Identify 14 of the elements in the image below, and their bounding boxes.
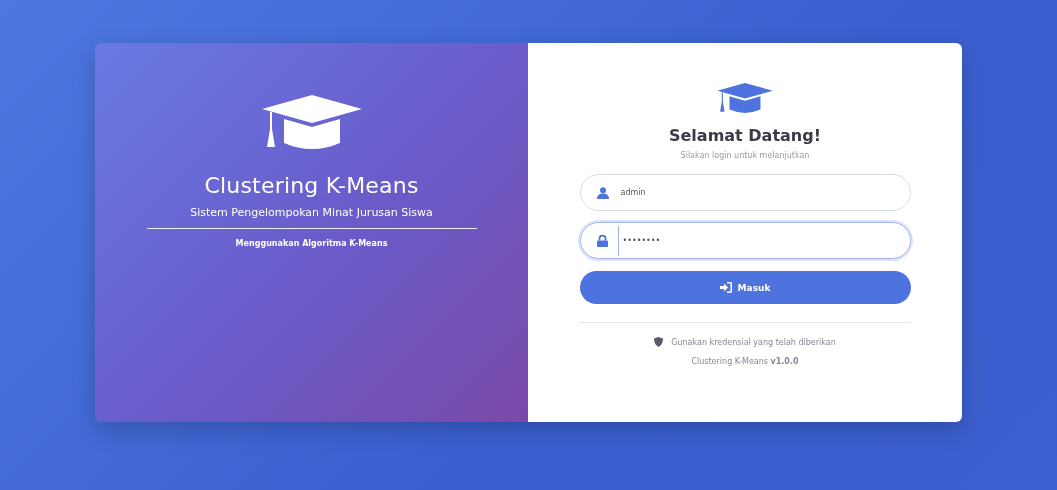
caption-text: Menggunakan Algoritma K-Means (235, 239, 388, 248)
welcome-subtitle: Silakan login untuk melanjutkan (680, 151, 810, 160)
user-icon (596, 186, 609, 199)
shield-icon (654, 337, 664, 347)
app-subtitle: Sistem Pengelompokan Minat Jurusan Siswa (190, 206, 433, 219)
lock-icon (596, 234, 608, 247)
version-text: Clustering K-Means v1.0.0 (691, 357, 799, 366)
app-title: Clustering K-Means (204, 173, 419, 198)
login-button[interactable]: Masuk (579, 271, 911, 304)
welcome-title: Selamat Datang! (669, 126, 821, 145)
sign-in-icon (719, 282, 732, 293)
graduation-cap-icon (261, 95, 362, 151)
hint-text: Gunakan kredensial yang telah diberikan (671, 337, 836, 347)
graduation-cap-icon (717, 83, 773, 114)
